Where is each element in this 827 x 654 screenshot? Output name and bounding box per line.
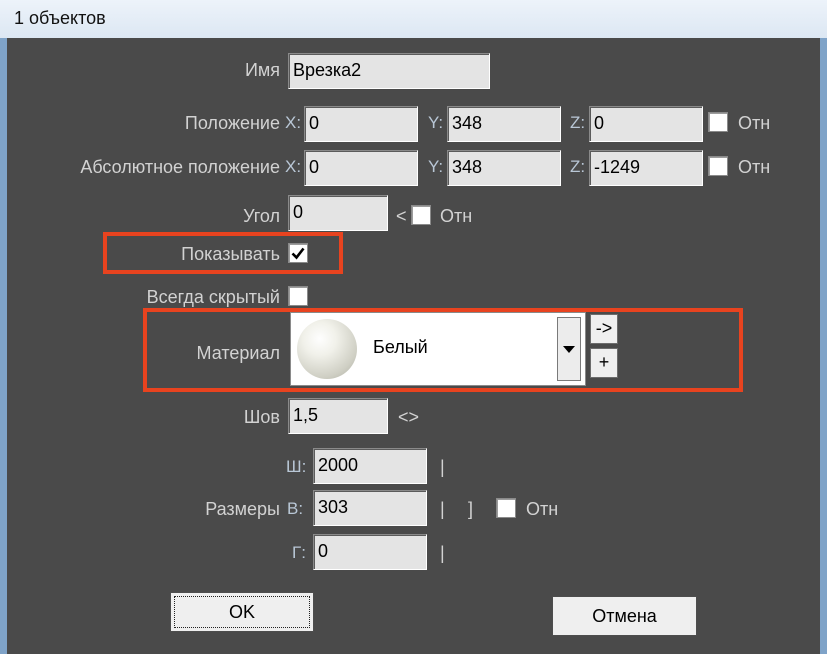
material-dropdown-button[interactable] <box>557 317 581 381</box>
width-field[interactable]: 2000 <box>313 448 427 484</box>
position-z-field[interactable]: 0 <box>589 106 703 142</box>
ok-button[interactable]: OK <box>170 592 314 632</box>
position-y-field[interactable]: 348 <box>447 106 561 142</box>
angle-arrow[interactable]: < <box>396 205 407 227</box>
position-x-field[interactable]: 0 <box>304 106 418 142</box>
material-sphere-icon <box>297 319 357 379</box>
sizes-label: Размеры <box>205 499 280 519</box>
sizes-relative-checkbox[interactable] <box>496 498 516 518</box>
position-x-label: X: <box>285 113 302 132</box>
abs-position-relative-checkbox[interactable] <box>708 156 728 176</box>
position-label: Положение <box>184 113 280 133</box>
show-label: Показывать <box>181 244 280 264</box>
sizes-relative-label: Отн <box>526 499 559 519</box>
show-checkbox[interactable] <box>288 243 308 263</box>
position-z-label: Z: <box>570 113 586 132</box>
abs-position-z-label: Z: <box>570 157 586 176</box>
angle-label: Угол <box>243 206 280 226</box>
position-y-label: Y: <box>428 113 444 132</box>
height-bar: | <box>440 499 445 519</box>
material-add-button[interactable]: + <box>590 348 618 378</box>
width-bar: | <box>440 457 445 477</box>
always-hidden-checkbox[interactable] <box>288 286 308 306</box>
seam-field[interactable]: 1,5 <box>288 398 388 434</box>
window-title: 1 объектов <box>14 8 106 28</box>
material-label: Материал <box>196 343 280 363</box>
material-goto-button[interactable]: -> <box>590 314 618 344</box>
cancel-button-label: Отмена <box>592 606 657 626</box>
height-bracket: ] <box>468 499 474 519</box>
name-label: Имя <box>244 60 280 80</box>
position-relative-checkbox[interactable] <box>708 112 728 132</box>
always-hidden-label: Всегда скрытый <box>146 287 280 307</box>
abs-position-relative-label: Отн <box>738 157 771 177</box>
width-label: Ш: <box>286 457 307 476</box>
abs-position-y-field[interactable]: 348 <box>447 150 561 186</box>
name-field[interactable]: Врезка2 <box>288 53 490 89</box>
chevron-down-icon <box>563 346 575 353</box>
seam-label: Шов <box>243 407 280 427</box>
depth-label: Г: <box>292 543 306 562</box>
height-field[interactable]: 303 <box>313 490 427 526</box>
abs-position-label: Абсолютное положение <box>80 157 280 177</box>
angle-field[interactable]: 0 <box>288 195 388 231</box>
cancel-button[interactable]: Отмена <box>552 596 697 636</box>
position-relative-label: Отн <box>738 113 771 133</box>
focus-outline <box>174 596 310 628</box>
seam-arrows[interactable]: <> <box>398 406 419 428</box>
angle-relative-label: Отн <box>440 206 473 226</box>
title-bar: 1 объектов <box>0 0 827 38</box>
angle-relative-checkbox[interactable] <box>411 205 431 225</box>
depth-bar: | <box>440 543 445 563</box>
height-label: В: <box>287 499 304 518</box>
abs-position-z-field[interactable]: -1249 <box>589 150 703 186</box>
material-value: Белый <box>373 337 428 357</box>
abs-position-x-label: X: <box>285 157 302 176</box>
abs-position-y-label: Y: <box>428 157 444 176</box>
depth-field[interactable]: 0 <box>313 534 427 570</box>
checkmark-icon <box>291 247 305 260</box>
material-select[interactable]: Белый <box>290 312 586 386</box>
abs-position-x-field[interactable]: 0 <box>304 150 418 186</box>
